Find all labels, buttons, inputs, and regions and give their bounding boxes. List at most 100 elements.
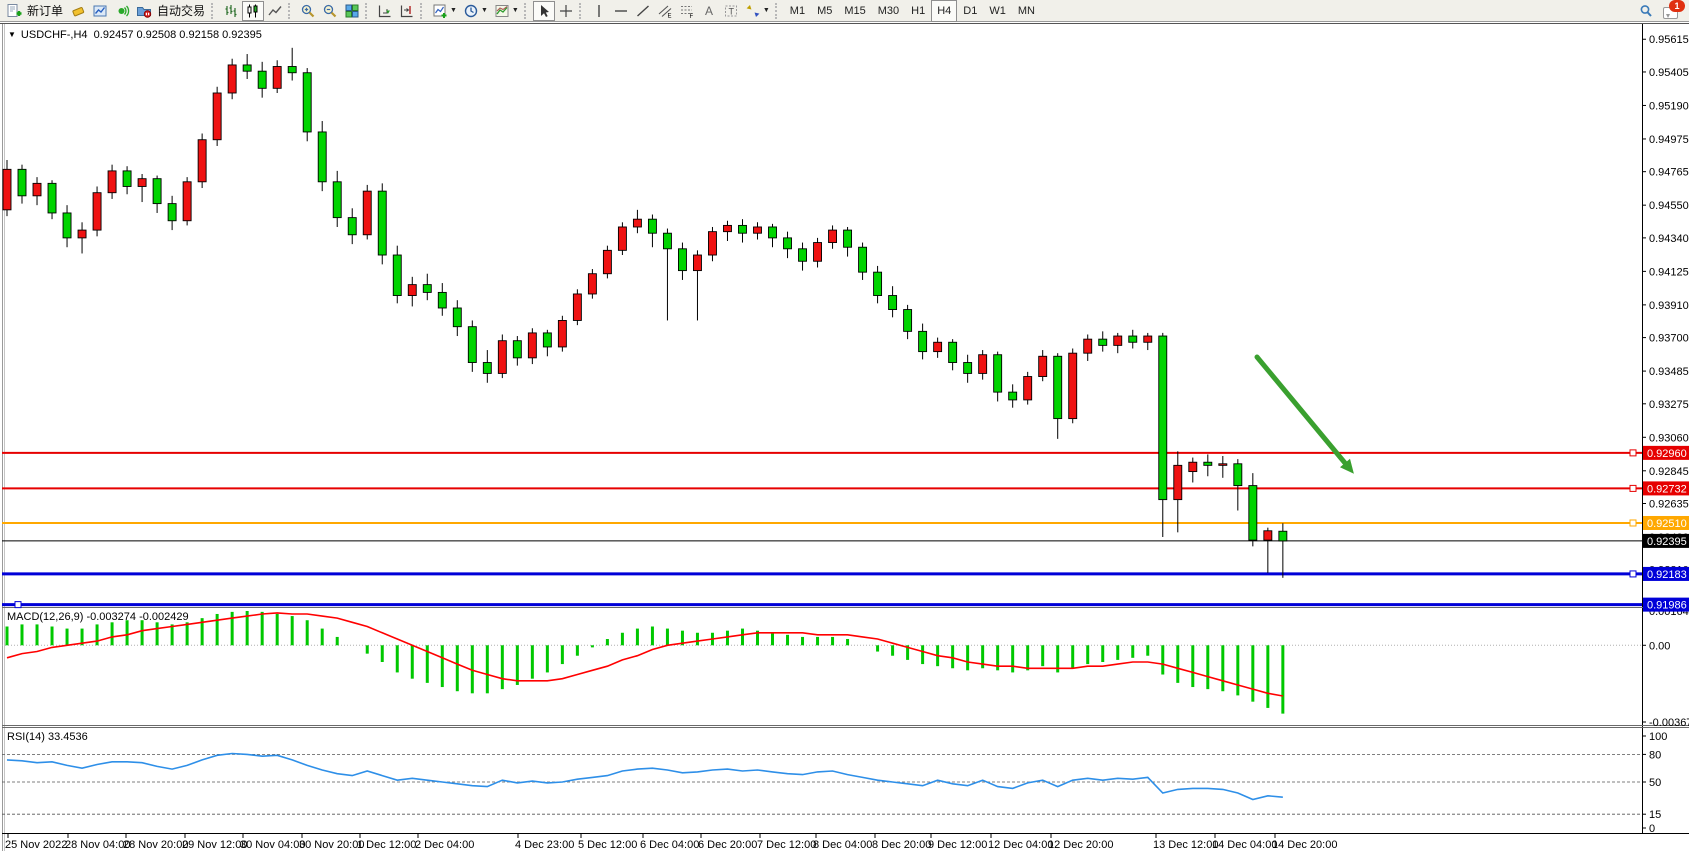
svg-text:80: 80 [1649, 749, 1661, 761]
svg-text:28 Nov 20:00: 28 Nov 20:00 [123, 839, 188, 851]
line-chart-button[interactable] [264, 1, 286, 21]
timeframe-m1-button[interactable]: M1 [784, 0, 811, 22]
svg-text:0: 0 [1649, 823, 1655, 835]
svg-text:0.92732: 0.92732 [1647, 483, 1687, 495]
templates-button[interactable]: ▼ [491, 1, 522, 21]
autotrade-icon [136, 3, 152, 19]
timeframe-mn-button[interactable]: MN [1012, 0, 1041, 22]
chart-shift-icon [399, 3, 415, 19]
indicators-icon [432, 3, 448, 19]
trendline-icon [635, 3, 651, 19]
new-order-label[interactable]: 新订单 [27, 2, 63, 19]
candlestick-chart-button[interactable] [242, 1, 264, 21]
svg-text:12 Dec 04:00: 12 Dec 04:00 [988, 839, 1053, 851]
profiles-button[interactable] [89, 1, 111, 21]
toolbar-separator [775, 3, 782, 19]
svg-text:100: 100 [1649, 731, 1667, 743]
vertical-line-button[interactable] [588, 1, 610, 21]
timeframe-m5-button[interactable]: M5 [811, 0, 838, 22]
notifications-button[interactable]: 1 [1663, 2, 1683, 20]
toolbar-separator [524, 3, 531, 19]
svg-text:14 Dec 20:00: 14 Dec 20:00 [1272, 839, 1337, 851]
timeframe-m30-button[interactable]: M30 [872, 0, 905, 22]
vertical-line-icon [591, 3, 607, 19]
new-order-button[interactable] [3, 1, 25, 21]
autotrade-label[interactable]: 自动交易 [157, 2, 205, 19]
mt4-window: { "toolbar": { "new_order_label": "新订单",… [0, 0, 1689, 858]
timeframe-h1-button[interactable]: H1 [905, 0, 931, 22]
periods-button[interactable]: ▼ [460, 1, 491, 21]
timeframe-w1-button[interactable]: W1 [983, 0, 1012, 22]
svg-text:8 Dec 04:00: 8 Dec 04:00 [813, 839, 872, 851]
text-button[interactable]: A [698, 1, 720, 21]
svg-text:0.92510: 0.92510 [1647, 518, 1687, 530]
svg-text:30 Nov 04:00: 30 Nov 04:00 [240, 839, 305, 851]
zoom-out-button[interactable] [319, 1, 341, 21]
svg-text:28 Nov 04:00: 28 Nov 04:00 [65, 839, 130, 851]
bar-chart-button[interactable] [220, 1, 242, 21]
toolbar-separator [211, 3, 218, 19]
arrows-button[interactable]: ▼ [742, 1, 773, 21]
chart-shift-button[interactable] [396, 1, 418, 21]
svg-text:0.94765: 0.94765 [1649, 167, 1689, 179]
bar-chart-icon [223, 3, 239, 19]
toolbar-separator [365, 3, 372, 19]
svg-text:0.91986: 0.91986 [1647, 600, 1687, 612]
trendline-button[interactable] [632, 1, 654, 21]
svg-text:1 Dec 12:00: 1 Dec 12:00 [357, 839, 416, 851]
zoom-in-button[interactable] [297, 1, 319, 21]
text-label-button[interactable]: T [720, 1, 742, 21]
chart-canvas[interactable]: 0.956150.954050.951900.949750.947650.945… [0, 22, 1689, 858]
svg-text:29 Nov 12:00: 29 Nov 12:00 [182, 839, 247, 851]
timeframe-m15-button[interactable]: M15 [838, 0, 871, 22]
svg-text:A: A [705, 4, 713, 18]
svg-text:0.95190: 0.95190 [1649, 100, 1689, 112]
signals-button[interactable] [111, 1, 133, 21]
new-chart-button[interactable] [67, 1, 89, 21]
new-chart-icon [70, 3, 86, 19]
notification-badge: 1 [1669, 0, 1685, 12]
timeframe-d1-button[interactable]: D1 [957, 0, 983, 22]
search-icon [1638, 3, 1654, 19]
signals-icon [114, 3, 130, 19]
svg-text:0.93060: 0.93060 [1649, 432, 1689, 444]
svg-text:0.93910: 0.93910 [1649, 300, 1689, 312]
svg-text:0.92960: 0.92960 [1647, 448, 1687, 460]
channel-button[interactable]: E [654, 1, 676, 21]
svg-text:T: T [728, 6, 734, 16]
svg-text:0.92183: 0.92183 [1647, 569, 1687, 581]
toolbar-separator [579, 3, 586, 19]
search-button[interactable] [1635, 1, 1657, 21]
text-label-icon: T [723, 3, 739, 19]
svg-text:8 Dec 20:00: 8 Dec 20:00 [872, 839, 931, 851]
svg-text:7 Dec 12:00: 7 Dec 12:00 [757, 839, 816, 851]
horizontal-line-button[interactable] [610, 1, 632, 21]
crosshair-button[interactable] [555, 1, 577, 21]
indicators-button[interactable]: ▼ [429, 1, 460, 21]
svg-text:0.94340: 0.94340 [1649, 233, 1689, 245]
svg-text:0.93700: 0.93700 [1649, 333, 1689, 345]
periods-icon [463, 3, 479, 19]
svg-text:0.92845: 0.92845 [1649, 466, 1689, 478]
svg-text:-0.003674: -0.003674 [1649, 717, 1689, 729]
templates-icon [494, 3, 510, 19]
fibonacci-icon: F [679, 3, 695, 19]
cursor-button[interactable] [533, 1, 555, 21]
fibonacci-button[interactable]: F [676, 1, 698, 21]
svg-text:0.95405: 0.95405 [1649, 67, 1689, 79]
zoom-in-icon [300, 3, 316, 19]
toolbar-separator [288, 3, 295, 19]
timeframe-h4-button[interactable]: H4 [931, 0, 957, 22]
svg-text:25 Nov 2022: 25 Nov 2022 [5, 839, 67, 851]
chevron-down-icon: ▼ [481, 7, 488, 14]
svg-text:0.93275: 0.93275 [1649, 399, 1689, 411]
chart-window[interactable]: 0.956150.954050.951900.949750.947650.945… [0, 22, 1689, 858]
tile-windows-button[interactable] [341, 1, 363, 21]
svg-text:15: 15 [1649, 809, 1661, 821]
svg-text:0.94550: 0.94550 [1649, 200, 1689, 212]
autotrade-button[interactable] [133, 1, 155, 21]
auto-scroll-button[interactable] [374, 1, 396, 21]
crosshair-icon [558, 3, 574, 19]
svg-text:0.92395: 0.92395 [1647, 536, 1687, 548]
svg-text:14 Dec 04:00: 14 Dec 04:00 [1212, 839, 1277, 851]
